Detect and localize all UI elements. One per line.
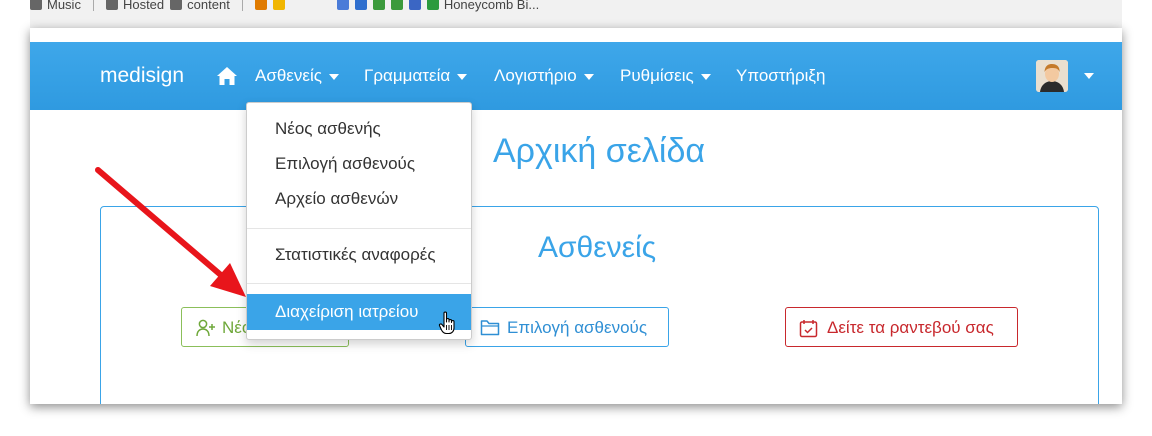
annotation-arrow [95,167,246,297]
